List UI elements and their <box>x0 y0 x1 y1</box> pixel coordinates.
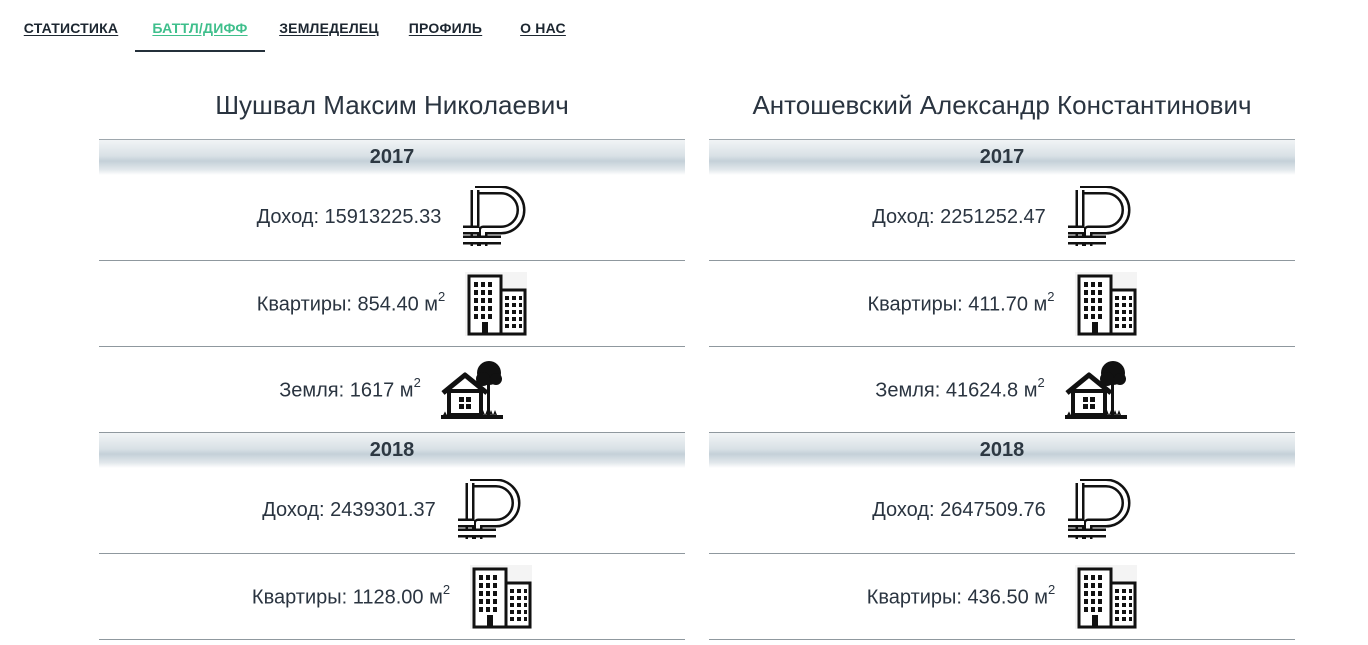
house-with-tree-icon <box>441 359 505 421</box>
nav-profile[interactable]: ПРОФИЛЬ <box>409 0 482 52</box>
flats-row: Квартиры: 411.70 м2 <box>709 261 1295 347</box>
nav-about[interactable]: О НАС <box>520 0 566 52</box>
income-label: Доход: 2647509.76 <box>872 499 1046 521</box>
income-row: Доход: 2251252.47 <box>709 175 1295 261</box>
unit-superscript: 2 <box>438 288 446 304</box>
nav-battle-diff[interactable]: БАТТЛ/ДИФФ <box>135 0 265 52</box>
person-name: Антошевский Александр Константинович <box>709 72 1295 140</box>
main-nav: СТАТИСТИКА БАТТЛ/ДИФФ ЗЕМЛЕДЕЛЕЦ ПРОФИЛЬ… <box>0 0 1368 52</box>
apartment-building-icon <box>465 271 528 336</box>
unit-superscript: 2 <box>1048 581 1056 597</box>
flats-label: Квартиры: 1128.00 м <box>251 586 443 609</box>
house-with-tree-icon <box>1065 359 1129 421</box>
ruble-icon <box>1066 186 1132 250</box>
year-header: 2018 <box>709 433 1295 468</box>
unit-superscript: 2 <box>1047 288 1055 304</box>
land-row: Земля: 1617 м2 <box>99 347 685 433</box>
flats-row: Квартиры: 1128.00 м2 <box>99 554 685 640</box>
apartment-building-icon <box>1074 271 1137 336</box>
year-header: 2017 <box>709 140 1295 175</box>
income-label: Доход: 15913225.33 <box>256 206 442 228</box>
flats-label: Квартиры: 436.50 м <box>866 586 1049 609</box>
person-column-right: Антошевский Александр Константинович 201… <box>709 72 1295 640</box>
income-row: Доход: 15913225.33 <box>99 175 685 261</box>
flats-row: Квартиры: 854.40 м2 <box>99 261 685 347</box>
income-label: Доход: 2251252.47 <box>872 206 1046 228</box>
year-header: 2017 <box>99 140 685 175</box>
apartment-building-icon <box>470 564 533 629</box>
income-row: Доход: 2439301.37 <box>99 468 685 554</box>
person-column-left: Шушвал Максим Николаевич 2017 Доход: 159… <box>99 72 685 640</box>
flats-row: Квартиры: 436.50 м2 <box>709 554 1295 640</box>
income-row: Доход: 2647509.76 <box>709 468 1295 554</box>
unit-superscript: 2 <box>413 374 421 390</box>
apartment-building-icon <box>1075 564 1138 629</box>
nav-statistics[interactable]: СТАТИСТИКА <box>23 0 119 52</box>
income-label: Доход: 2439301.37 <box>262 499 436 521</box>
year-header: 2018 <box>99 433 685 468</box>
unit-superscript: 2 <box>442 581 451 597</box>
land-label: Земля: 1617 м <box>279 379 414 402</box>
land-label: Земля: 41624.8 м <box>875 379 1038 402</box>
person-name: Шушвал Максим Николаевич <box>99 72 685 140</box>
land-row: Земля: 41624.8 м2 <box>709 347 1295 433</box>
unit-superscript: 2 <box>1037 374 1045 390</box>
ruble-icon <box>461 186 527 250</box>
nav-farmer[interactable]: ЗЕМЛЕДЕЛЕЦ <box>279 0 378 52</box>
ruble-icon <box>1066 479 1132 543</box>
flats-label: Квартиры: 854.40 м <box>256 293 439 316</box>
flats-label: Квартиры: 411.70 м <box>867 293 1048 316</box>
ruble-icon <box>456 479 522 543</box>
